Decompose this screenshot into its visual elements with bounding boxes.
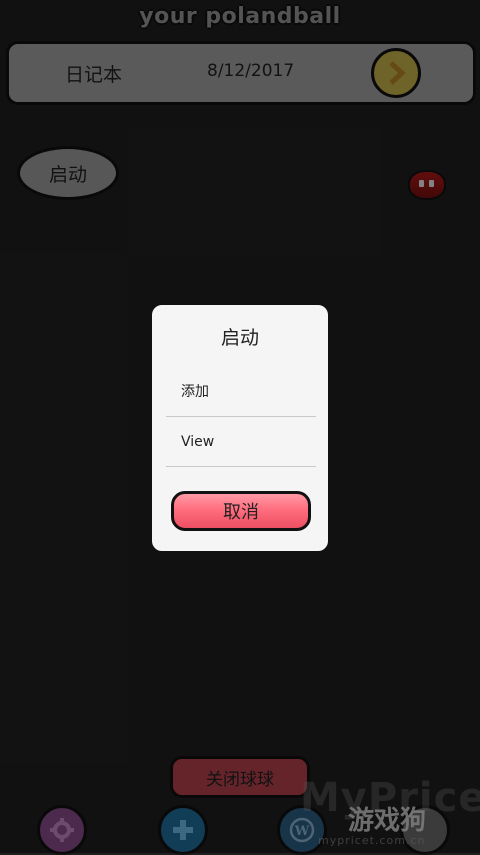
option-view[interactable]: View (166, 418, 316, 467)
dialog-title: 启动 (220, 327, 259, 349)
cancel-button[interactable]: 取消 (171, 491, 311, 531)
option-add[interactable]: 添加 (166, 368, 316, 417)
start-dialog: 启动 添加 View 取消 (150, 303, 330, 553)
